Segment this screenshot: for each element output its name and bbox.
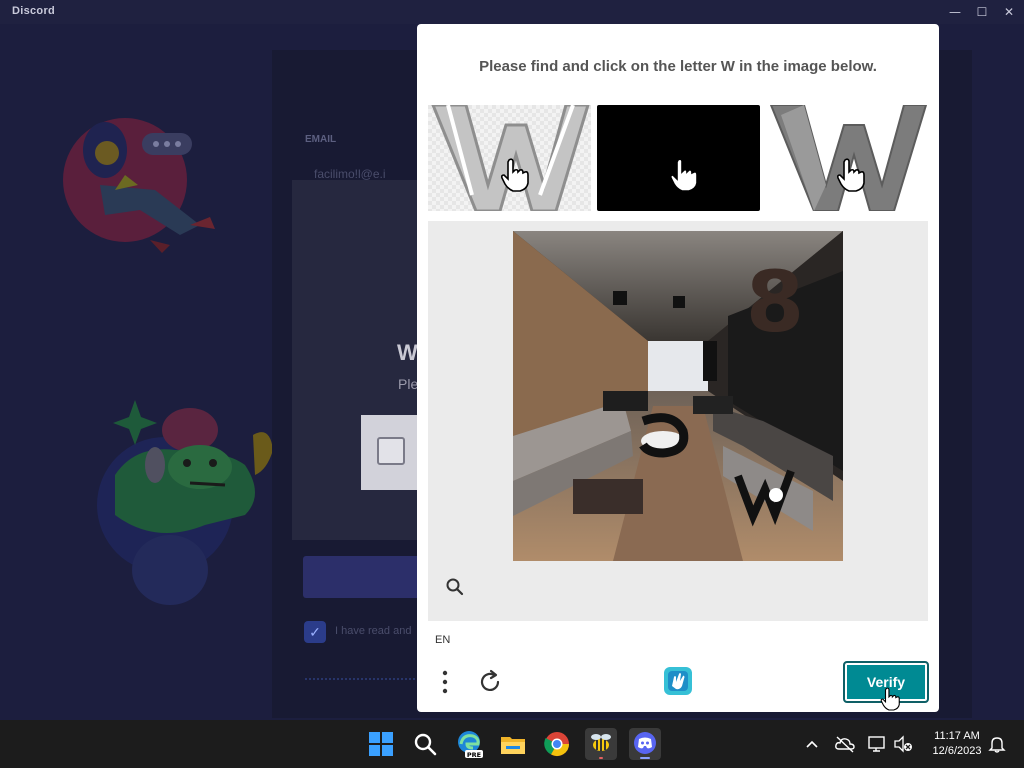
- illustration-person-icon: [63, 118, 215, 253]
- search-icon[interactable]: [409, 728, 441, 760]
- discord-icon[interactable]: [629, 728, 661, 760]
- svg-text:8: 8: [746, 253, 804, 351]
- modal-subtitle: Ple: [398, 376, 419, 392]
- email-input[interactable]: facilimo!l@e.i: [314, 167, 386, 181]
- notification-bell-icon[interactable]: [987, 734, 1007, 754]
- taskbar: PRE 11:17 AM 12/6/2023: [0, 720, 1024, 768]
- volume-muted-icon[interactable]: [892, 734, 914, 754]
- maximize-button[interactable]: ☐: [972, 3, 992, 21]
- network-icon[interactable]: [866, 734, 888, 754]
- hand-cursor-icon: [880, 687, 900, 711]
- email-label: EMAIL: [305, 134, 337, 145]
- zoom-icon[interactable]: [445, 577, 465, 597]
- challenge-area: 8: [428, 221, 928, 621]
- hcaptcha-logo-icon: [664, 667, 692, 695]
- captcha-prompt: Please find and click on the letter W in…: [479, 58, 877, 75]
- file-explorer-icon[interactable]: [497, 728, 529, 760]
- continue-button[interactable]: [303, 556, 423, 598]
- app-title: Discord: [12, 5, 56, 17]
- close-button[interactable]: ✕: [999, 3, 1019, 21]
- tos-label: I have read and: [335, 625, 412, 637]
- svg-text:PRE: PRE: [467, 751, 481, 759]
- window-titlebar: Discord — ☐ ✕: [0, 0, 1024, 24]
- clock[interactable]: 11:17 AM 12/6/2023: [924, 729, 990, 759]
- login-link[interactable]: [305, 668, 415, 680]
- language-selector[interactable]: EN: [435, 634, 450, 646]
- refresh-icon[interactable]: [477, 669, 503, 695]
- hand-cursor-icon: [669, 158, 698, 192]
- bee-app-icon[interactable]: [585, 728, 617, 760]
- minimize-button[interactable]: —: [945, 3, 965, 21]
- modal-title: W: [397, 340, 418, 365]
- chevron-up-icon[interactable]: [804, 736, 820, 752]
- more-options-icon[interactable]: [437, 668, 453, 696]
- captcha-checkbox[interactable]: [377, 437, 405, 465]
- hand-cursor-icon: [500, 158, 529, 192]
- clock-time: 11:17 AM: [934, 730, 980, 742]
- captcha-dialog: Please find and click on the letter W in…: [417, 24, 939, 712]
- windows-start-icon[interactable]: [365, 728, 397, 760]
- chrome-icon[interactable]: [541, 728, 573, 760]
- illustration-monster-icon: [97, 400, 273, 605]
- hand-cursor-icon: [836, 158, 865, 192]
- clock-date: 12/6/2023: [932, 745, 982, 757]
- challenge-image[interactable]: 8: [513, 231, 843, 561]
- cloud-offline-icon[interactable]: [834, 734, 856, 754]
- interior-scene-image: 8: [513, 231, 843, 561]
- tos-checkbox[interactable]: ✓: [304, 621, 326, 643]
- edge-pre-icon[interactable]: PRE: [453, 728, 485, 760]
